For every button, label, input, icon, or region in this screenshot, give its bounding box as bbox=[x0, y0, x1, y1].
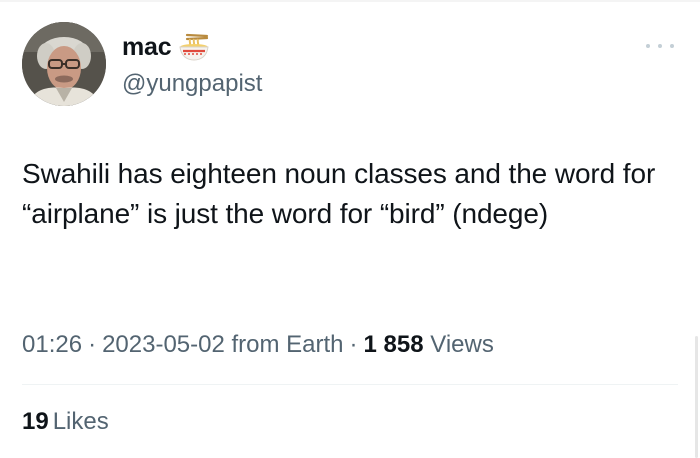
likes-count: 19 bbox=[22, 408, 49, 435]
views-count: 1 858 bbox=[363, 331, 424, 358]
tweet-text: Swahili has eighteen noun classes and th… bbox=[22, 158, 656, 229]
views-label: Views bbox=[430, 331, 494, 358]
tweet-source: from Earth bbox=[231, 331, 344, 358]
more-options-button[interactable] bbox=[646, 38, 674, 54]
separator-dot: · bbox=[88, 331, 97, 358]
display-name[interactable]: mac bbox=[122, 32, 172, 62]
tweet-time[interactable]: 01:26 bbox=[22, 331, 82, 358]
tweet-meta: 01:26 · 2023-05-02 from Earth · 1 858 Views bbox=[22, 330, 494, 360]
more-dot-icon bbox=[658, 44, 662, 48]
separator-dot: · bbox=[349, 331, 358, 358]
divider bbox=[22, 384, 678, 385]
display-name-row: mac bbox=[122, 32, 209, 62]
likes-link[interactable]: 19 Likes bbox=[22, 407, 109, 437]
author-handle[interactable]: @yungpapist bbox=[122, 70, 262, 98]
scrollbar[interactable] bbox=[695, 336, 698, 458]
more-dot-icon bbox=[646, 44, 650, 48]
avatar[interactable] bbox=[22, 22, 106, 106]
likes-label: Likes bbox=[52, 408, 109, 435]
tweet-date[interactable]: 2023-05-02 bbox=[102, 331, 225, 358]
avatar-photo-icon bbox=[22, 22, 106, 106]
ramen-bowl-icon bbox=[179, 33, 209, 61]
more-dot-icon bbox=[670, 44, 674, 48]
top-edge bbox=[0, 0, 700, 2]
